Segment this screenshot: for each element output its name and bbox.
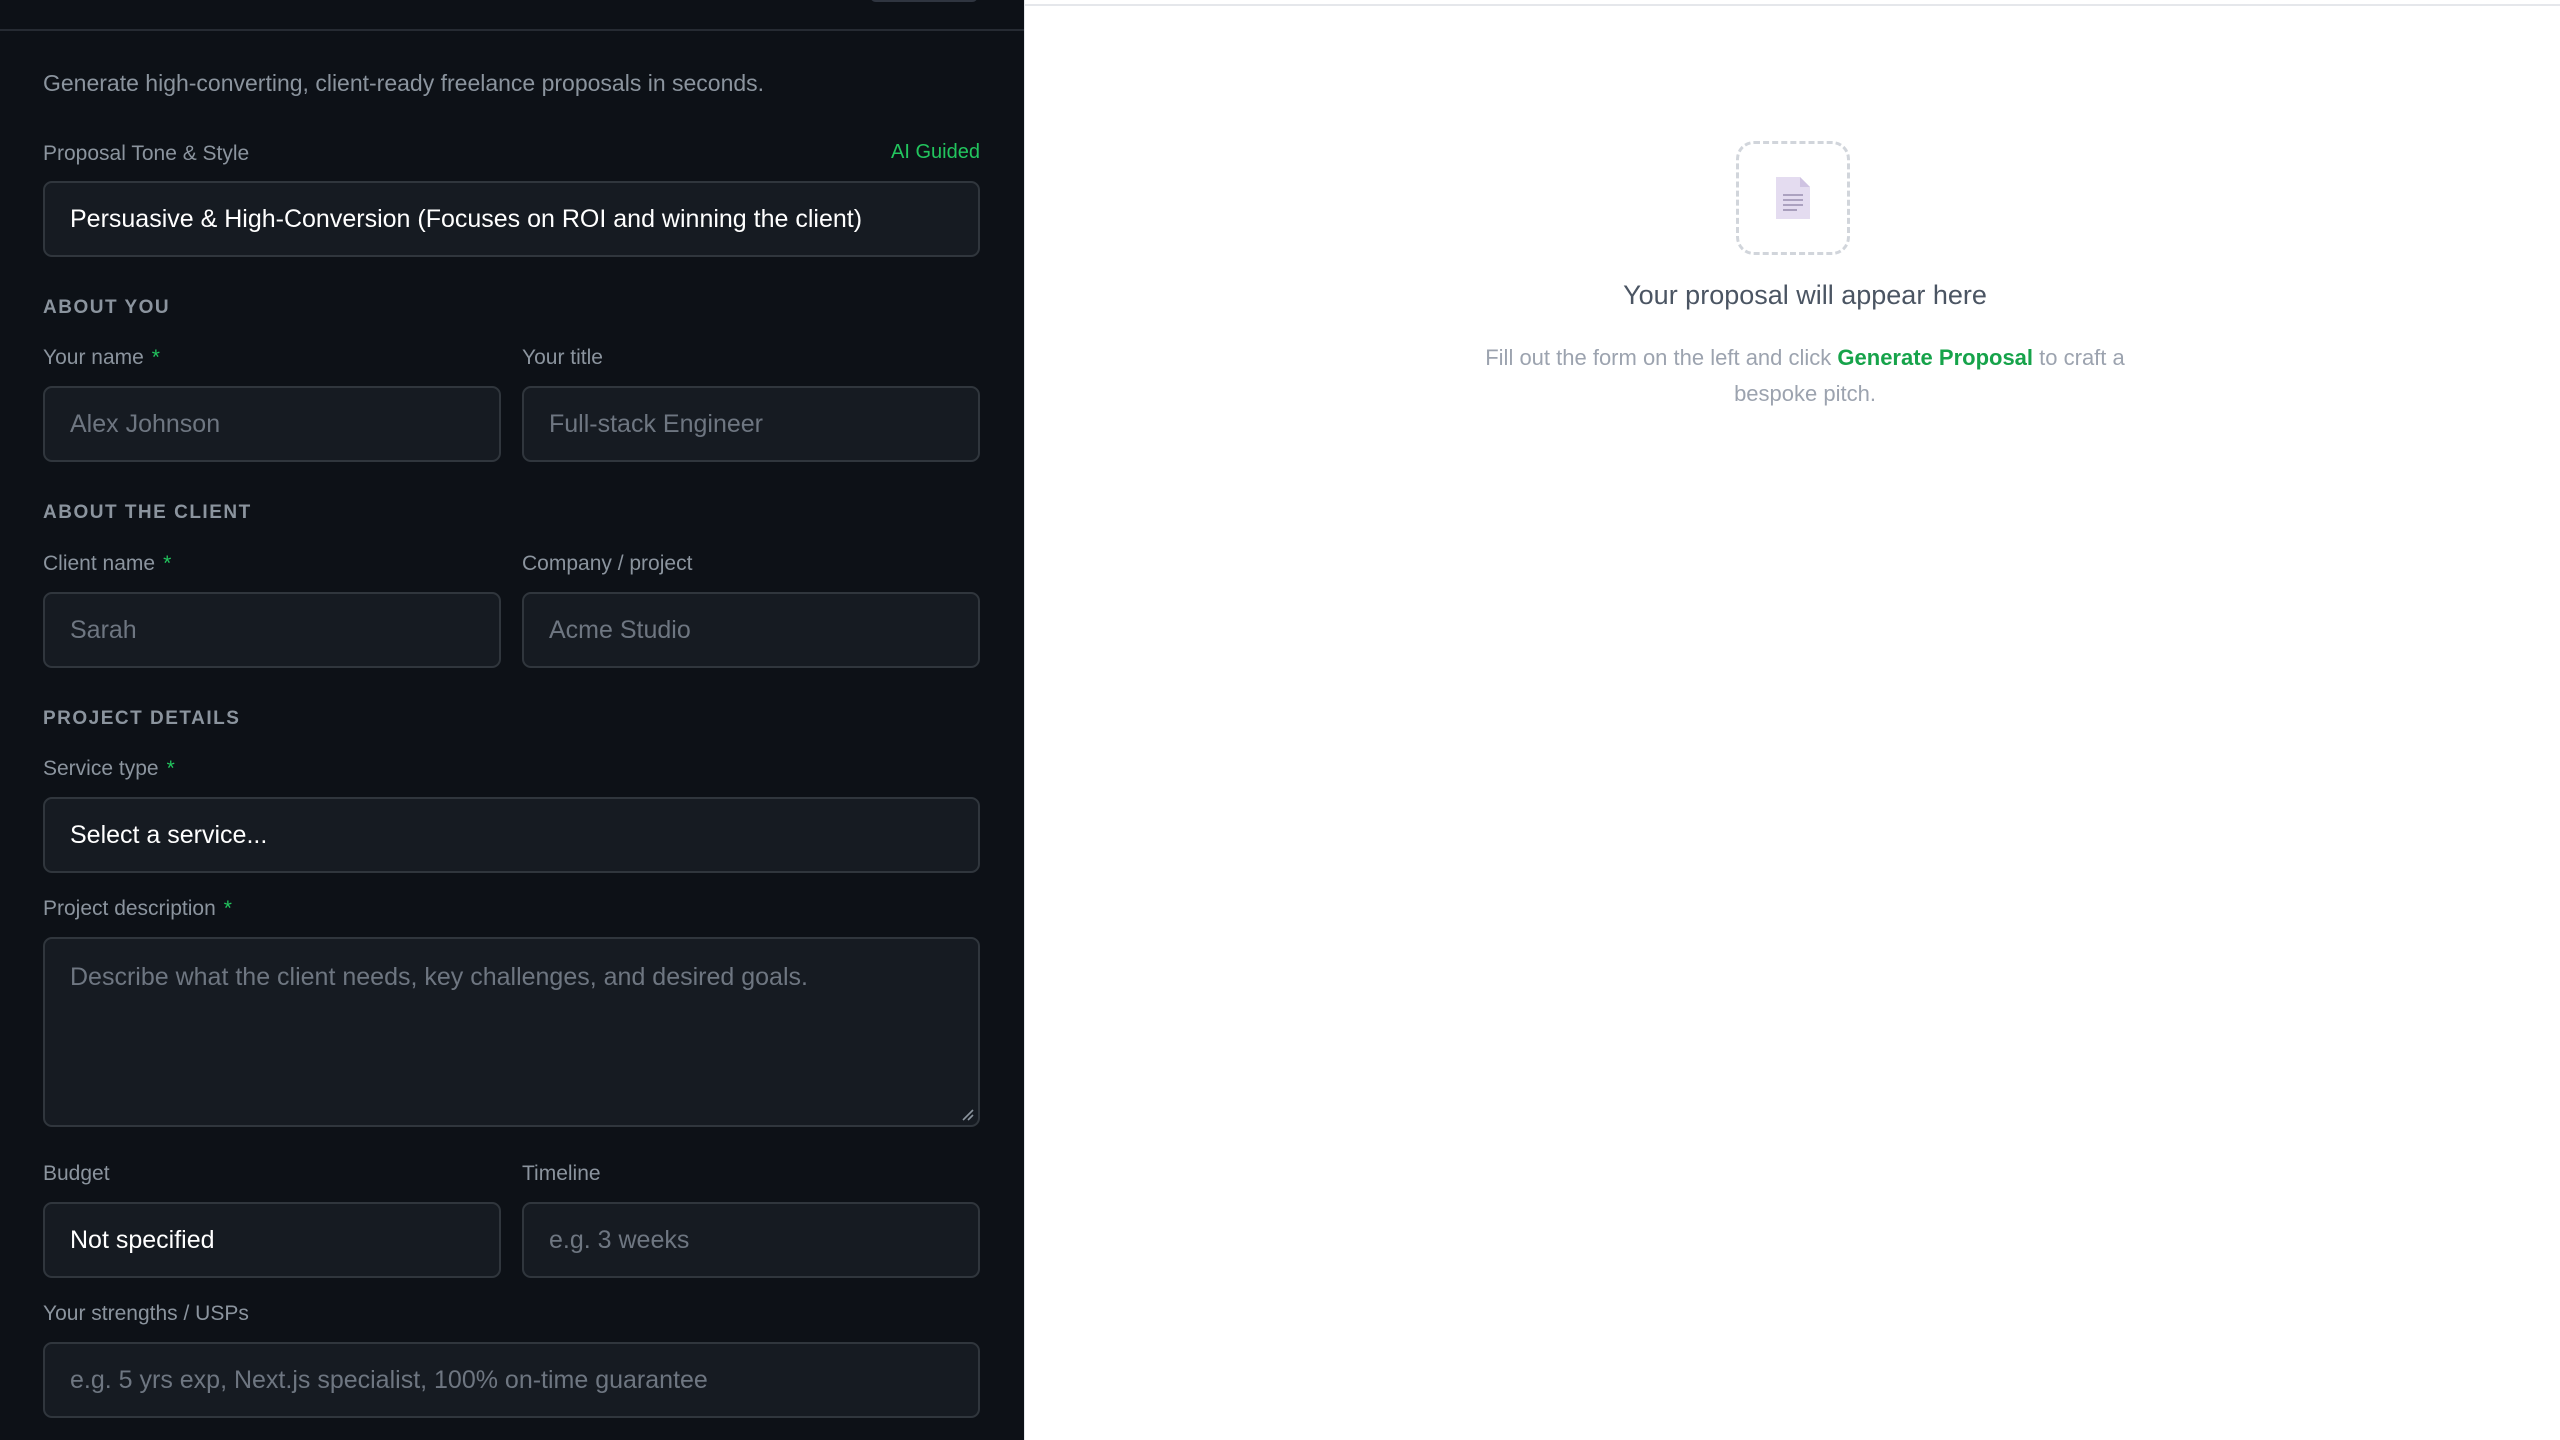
- your-name-label: Your name *: [43, 346, 160, 370]
- timeline-input[interactable]: e.g. 3 weeks: [522, 1202, 980, 1278]
- preview-header-divider: [1025, 0, 2560, 6]
- section-heading-about-you: ABOUT YOU: [43, 297, 171, 318]
- project-description-textarea[interactable]: Describe what the client needs, key chal…: [43, 937, 980, 1127]
- header-button[interactable]: [870, 0, 978, 2]
- service-type-select[interactable]: Select a service...: [43, 797, 980, 873]
- empty-state-icon-frame: [1736, 141, 1850, 255]
- company-input[interactable]: Acme Studio: [522, 592, 980, 668]
- required-marker: *: [163, 552, 172, 575]
- proposal-preview-panel: Your proposal will appear here Fill out …: [1024, 0, 2560, 1440]
- timeline-label: Timeline: [522, 1162, 601, 1185]
- budget-select[interactable]: Not specified: [43, 1202, 501, 1278]
- project-description-placeholder: Describe what the client needs, key chal…: [70, 963, 808, 991]
- empty-state-text-start: Fill out the form on the left and click: [1485, 345, 1838, 370]
- document-icon: [1776, 177, 1810, 219]
- strengths-input[interactable]: e.g. 5 yrs exp, Next.js specialist, 100%…: [43, 1342, 980, 1418]
- project-description-label: Project description *: [43, 897, 232, 921]
- required-marker: *: [223, 897, 232, 920]
- empty-state-title: Your proposal will appear here: [1623, 280, 1987, 310]
- generate-proposal-link: Generate Proposal: [1837, 345, 2034, 370]
- client-name-input[interactable]: Sarah: [43, 592, 501, 668]
- empty-state-text: Fill out the form on the left and click …: [1480, 340, 2130, 412]
- company-label: Company / project: [522, 552, 693, 575]
- required-marker: *: [166, 757, 175, 780]
- service-type-label-text: Service type: [43, 757, 159, 780]
- service-type-label: Service type *: [43, 757, 175, 781]
- resize-handle-icon[interactable]: [960, 1107, 974, 1121]
- tone-select[interactable]: Persuasive & High-Conversion (Focuses on…: [43, 181, 980, 257]
- tagline: Generate high-converting, client-ready f…: [43, 70, 765, 96]
- strengths-label: Your strengths / USPs: [43, 1302, 249, 1325]
- section-heading-project-details: PROJECT DETAILS: [43, 708, 241, 729]
- form-header-bar: [0, 0, 1024, 31]
- section-heading-about-client: ABOUT THE CLIENT: [43, 502, 252, 523]
- ai-guided-badge: AI Guided: [891, 141, 980, 163]
- budget-label: Budget: [43, 1162, 110, 1185]
- client-name-label: Client name *: [43, 552, 171, 576]
- required-marker: *: [151, 346, 160, 369]
- your-title-label: Your title: [522, 346, 603, 369]
- tone-label: Proposal Tone & Style: [43, 142, 250, 165]
- proposal-form-panel: Generate high-converting, client-ready f…: [0, 0, 1024, 1440]
- your-name-label-text: Your name: [43, 346, 144, 369]
- your-title-input[interactable]: Full-stack Engineer: [522, 386, 980, 462]
- client-name-label-text: Client name: [43, 552, 156, 575]
- your-name-input[interactable]: Alex Johnson: [43, 386, 501, 462]
- project-description-label-text: Project description: [43, 897, 216, 920]
